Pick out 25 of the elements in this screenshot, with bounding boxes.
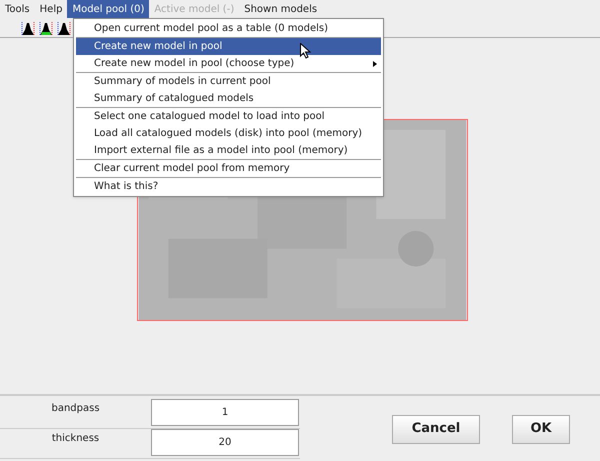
menu-entry[interactable]: What is this? (76, 178, 381, 195)
submenu-arrow-icon (373, 60, 377, 66)
menu-entry[interactable]: Create new model in pool (76, 38, 381, 55)
parameter-label: bandpass (51, 402, 100, 416)
menu-entry[interactable]: Clear current model pool from memory (76, 160, 381, 177)
parameter-field[interactable]: 20 (151, 429, 299, 456)
menu-entry[interactable]: Open current model pool as a table (0 models) (76, 20, 381, 37)
histogram-icon[interactable] (57, 20, 71, 36)
menu-item[interactable]: Help (34, 0, 68, 18)
menu-entry[interactable]: Summary of models in current pool (76, 73, 381, 90)
menu-item[interactable]: Tools (0, 0, 35, 18)
histogram-icon[interactable] (21, 20, 35, 36)
dialog-button[interactable]: Cancel (392, 414, 480, 444)
menu-entry[interactable]: Summary of catalogued models (76, 90, 381, 107)
parameter-field[interactable]: 1 (151, 399, 299, 426)
mouse-pointer-icon (300, 43, 311, 59)
menu-item[interactable]: Model pool (0) (67, 0, 150, 18)
menu-entry[interactable]: Load all catalogued models (disk) into pool (memory) (76, 125, 381, 142)
parameter-label: thickness (52, 432, 100, 446)
menu-entry[interactable]: Create new model in pool (choose type) (76, 55, 381, 72)
histogram-icon[interactable] (39, 20, 53, 36)
menu-item[interactable]: Shown models (239, 0, 322, 18)
dialog-button[interactable]: OK (512, 414, 570, 444)
menu-entry[interactable]: Select one catalogued model to load into pool (76, 108, 381, 125)
menu-entry[interactable]: Import external file as a model into pool (memory) (76, 142, 381, 159)
